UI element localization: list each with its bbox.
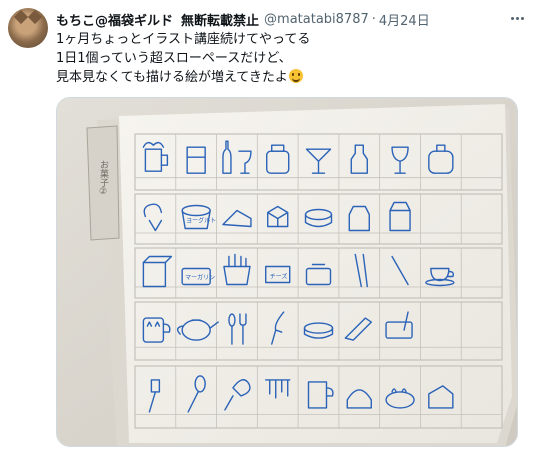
yogurt-label: ヨーグルト: [186, 217, 216, 225]
user-handle[interactable]: @matatabi8787: [264, 12, 369, 27]
tweet-text-line: 見本見なくても描ける絵が増えてきたよ: [56, 70, 288, 85]
tweet[interactable]: もちこ@福袋ギルド 無断転載禁止 @matatabi8787 · 4月24日 1…: [0, 0, 538, 449]
more-options-icon[interactable]: [508, 9, 526, 27]
illustration-practice-sheet-image: お菓子② ヨーグルトマーガリン チーズ: [57, 98, 517, 446]
display-name[interactable]: もちこ@福袋ギルド: [56, 10, 173, 29]
tweet-text-line: 1ヶ月ちょっとイラスト講座続けてやってる: [56, 32, 311, 47]
folder-tab-label: お菓子②: [98, 160, 109, 197]
tweet-text: 1ヶ月ちょっとイラスト講座続けてやってる 1日1個っていう超スローペースだけど、…: [56, 30, 526, 87]
grinning-face-icon: [288, 69, 303, 83]
tweet-header: もちこ@福袋ギルド 無断転載禁止 @matatabi8787 · 4月24日: [56, 9, 528, 29]
name-suffix-text: 無断転載禁止: [181, 13, 260, 29]
avatar[interactable]: [8, 8, 48, 48]
cheese-label: チーズ: [270, 273, 288, 281]
timestamp[interactable]: 4月24日: [379, 10, 430, 29]
avatar-ear: [13, 9, 29, 25]
tweet-photo[interactable]: お菓子② ヨーグルトマーガリン チーズ: [56, 97, 518, 447]
separator-dot: ·: [371, 11, 376, 27]
margarine-label: マーガリン: [185, 274, 215, 282]
avatar-ear: [27, 9, 43, 25]
tweet-text-line: 1日1個っていう超スローペースだけど、: [56, 51, 292, 66]
